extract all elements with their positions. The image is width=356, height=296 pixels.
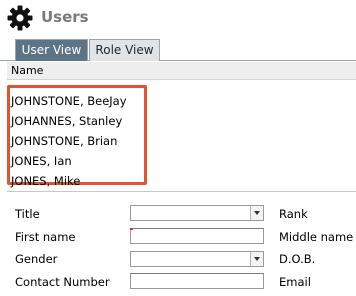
chevron-down-icon[interactable] [250,206,263,220]
dob-label: D.O.B. [279,252,316,266]
contact-number-label: Contact Number [15,275,110,289]
list-item[interactable]: JOHANNES, Stanley [11,111,144,131]
gear-icon [7,5,33,31]
required-marker [130,228,133,230]
rank-label: Rank [279,207,308,221]
first-name-field[interactable] [130,228,264,244]
tab-bar: User View Role View [0,38,356,61]
middle-name-label: Middle name [279,230,354,244]
tab-role-view[interactable]: Role View [89,39,160,61]
title-label: Title [15,207,40,221]
section-divider [7,191,356,192]
first-name-label: First name [15,230,76,244]
contact-number-field[interactable] [130,273,264,289]
gender-select[interactable] [130,251,264,267]
list-item[interactable]: JONES, Ian [11,151,144,171]
page-title: Users [41,8,89,26]
name-column-label: Name [11,64,44,77]
tab-user-view[interactable]: User View [15,39,88,61]
title-select[interactable] [130,205,264,221]
list-item[interactable]: JOHNSTONE, Brian [11,131,144,151]
name-column-header[interactable]: Name [7,62,356,80]
chevron-down-icon[interactable] [250,252,263,266]
email-label: Email [279,275,311,289]
users-panel: Users User View Role View Name JOHNSTONE… [0,0,356,296]
page-header: Users [0,0,356,34]
list-item[interactable]: JONES, Mike [11,171,144,191]
user-list-highlighted: JOHNSTONE, BeeJay JOHANNES, Stanley JOHN… [7,85,147,188]
gender-label: Gender [15,252,58,266]
list-item[interactable]: JOHNSTONE, BeeJay [11,91,144,111]
